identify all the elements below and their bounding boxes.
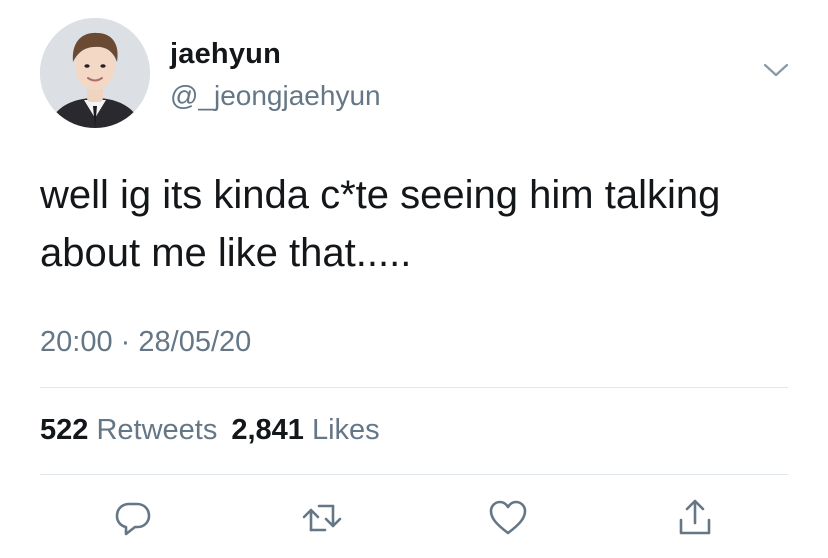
- retweet-icon: [302, 504, 342, 532]
- avatar[interactable]: [40, 18, 150, 128]
- timestamp-separator: ·: [120, 326, 131, 358]
- likes-label: Likes: [311, 414, 380, 446]
- action-bar: [0, 496, 828, 540]
- tweet-timestamp[interactable]: 20:00 · 28/05/20: [40, 326, 251, 359]
- likes-stat[interactable]: 2,841 Likes: [231, 414, 379, 446]
- share-button[interactable]: [673, 496, 717, 540]
- avatar-image: [40, 18, 150, 128]
- chevron-down-icon[interactable]: [762, 60, 790, 80]
- engagement-stats: 522 Retweets 2,841 Likes: [40, 414, 380, 447]
- likes-count: 2,841: [231, 414, 304, 446]
- retweets-label: Retweets: [96, 414, 218, 446]
- heart-icon: [489, 500, 527, 535]
- reply-button[interactable]: [111, 496, 155, 540]
- tweet-time: 20:00: [40, 326, 113, 358]
- tweet-card: jaehyun @_jeongjaehyun well ig its kinda…: [0, 0, 828, 558]
- display-name[interactable]: jaehyun: [170, 38, 281, 71]
- reply-icon: [115, 502, 151, 536]
- user-handle[interactable]: @_jeongjaehyun: [170, 80, 381, 112]
- divider: [40, 474, 788, 475]
- like-button[interactable]: [486, 496, 530, 540]
- retweets-count: 522: [40, 414, 89, 446]
- retweet-button[interactable]: [300, 496, 344, 540]
- tweet-date: 28/05/20: [138, 326, 252, 358]
- share-icon: [679, 499, 711, 535]
- divider: [40, 387, 788, 388]
- tweet-text: well ig its kinda c*te seeing him talkin…: [40, 173, 721, 275]
- retweets-stat[interactable]: 522 Retweets: [40, 414, 217, 446]
